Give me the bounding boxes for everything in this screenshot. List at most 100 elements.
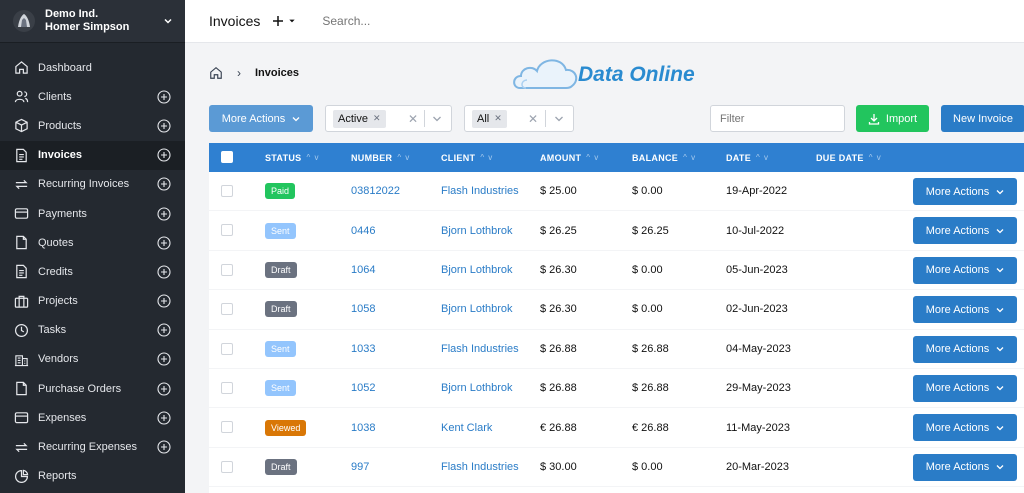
row-checkbox[interactable] bbox=[221, 185, 233, 197]
column-header-date[interactable]: DATE ^ v bbox=[726, 143, 769, 172]
table-row[interactable]: Draft 1064 Bjorn Lothbrok $ 26.30 $ 0.00 05-J… bbox=[209, 251, 1024, 291]
select-all-checkbox[interactable] bbox=[221, 151, 233, 163]
status-chip[interactable]: Active ✕ bbox=[333, 109, 386, 128]
add-circle-icon[interactable] bbox=[157, 382, 171, 396]
status-cell: Viewed bbox=[265, 408, 307, 446]
column-header-amount[interactable]: AMOUNT ^ v bbox=[540, 143, 599, 172]
row-checkbox[interactable] bbox=[221, 342, 233, 355]
client-link[interactable]: Bjorn Lothbrok bbox=[441, 251, 513, 289]
import-button[interactable]: Import bbox=[856, 105, 929, 132]
sidebar-item-dashboard[interactable]: Dashboard bbox=[0, 53, 185, 82]
column-header-client[interactable]: CLIENT ^ v bbox=[441, 143, 493, 172]
add-circle-icon[interactable] bbox=[157, 352, 171, 367]
column-header-number[interactable]: NUMBER ^ v bbox=[351, 143, 410, 172]
amount-cell: $ 25.00 bbox=[540, 185, 577, 198]
client-link[interactable]: Flash Industries bbox=[441, 330, 519, 368]
status-filter-select[interactable]: Active ✕ ✕ bbox=[325, 105, 452, 132]
download-icon bbox=[868, 113, 880, 125]
new-invoice-button[interactable]: New Invoice bbox=[941, 105, 1024, 132]
invoice-number-link[interactable]: 0446 bbox=[351, 211, 375, 249]
remove-chip-icon[interactable]: ✕ bbox=[373, 113, 381, 124]
invoice-number-link[interactable]: 03812022 bbox=[351, 172, 400, 210]
sidebar-item-invoices[interactable]: Invoices bbox=[0, 140, 185, 170]
sidebar-item-recurring-invoices[interactable]: Recurring Invoices bbox=[0, 170, 185, 199]
invoice-number-link[interactable]: 997 bbox=[351, 448, 369, 486]
column-header-balance[interactable]: BALANCE ^ v bbox=[632, 143, 696, 172]
sidebar-item-credits[interactable]: Credits bbox=[0, 257, 185, 286]
client-link[interactable]: Flash Industries bbox=[441, 448, 519, 486]
client-link[interactable]: Bjorn Lothbrok bbox=[441, 290, 513, 328]
client-link[interactable]: Bjorn Lothbrok bbox=[441, 369, 513, 407]
add-invoice-dropdown[interactable] bbox=[272, 15, 296, 27]
add-circle-icon[interactable] bbox=[157, 294, 171, 308]
table-row[interactable]: Sent 0446 Bjorn Lothbrok $ 26.25 $ 26.25 10-J… bbox=[209, 211, 1024, 251]
add-circle-icon[interactable] bbox=[157, 119, 171, 133]
row-more-actions-button[interactable]: More Actions bbox=[913, 374, 1017, 402]
sidebar-item-quotes[interactable]: Quotes bbox=[0, 228, 185, 257]
invoice-number-link[interactable]: 1058 bbox=[351, 290, 375, 328]
row-checkbox[interactable] bbox=[221, 460, 233, 473]
client-chip[interactable]: All ✕ bbox=[472, 109, 507, 128]
invoice-number-link[interactable]: 1052 bbox=[351, 369, 375, 407]
client-link[interactable]: Bjorn Lothbrok bbox=[441, 211, 513, 249]
row-checkbox[interactable] bbox=[221, 224, 233, 237]
column-header-status[interactable]: STATUS ^ v bbox=[265, 143, 319, 172]
company-switcher[interactable]: Demo Ind. Homer Simpson bbox=[0, 0, 185, 43]
row-checkbox[interactable] bbox=[221, 421, 233, 434]
sidebar-item-clients[interactable]: Clients bbox=[0, 82, 185, 111]
add-circle-icon[interactable] bbox=[157, 90, 171, 104]
search-input[interactable] bbox=[322, 14, 523, 28]
row-more-actions-button[interactable]: More Actions bbox=[913, 217, 1017, 245]
add-circle-icon[interactable] bbox=[157, 148, 171, 162]
client-link[interactable]: Flash Industries bbox=[441, 172, 519, 210]
add-circle-icon[interactable] bbox=[157, 411, 171, 425]
row-more-actions-button[interactable]: More Actions bbox=[913, 178, 1017, 205]
sidebar-item-payments[interactable]: Payments bbox=[0, 199, 185, 228]
row-checkbox[interactable] bbox=[221, 263, 233, 276]
client-link[interactable]: Kent Clark bbox=[441, 408, 492, 446]
add-circle-icon[interactable] bbox=[157, 236, 171, 250]
sidebar-item-products[interactable]: Products bbox=[0, 111, 185, 140]
more-actions-button[interactable]: More Actions bbox=[209, 105, 313, 132]
table-row[interactable]: Paid 03812022 Flash Industries $ 25.00 $ 0.0… bbox=[209, 172, 1024, 212]
clear-icon[interactable]: ✕ bbox=[408, 112, 418, 126]
add-circle-icon[interactable] bbox=[157, 323, 171, 337]
home-icon[interactable] bbox=[209, 66, 223, 80]
table-row[interactable]: Draft 997 Flash Industries $ 30.00 $ 0.00 20-… bbox=[209, 448, 1024, 488]
add-circle-icon[interactable] bbox=[157, 265, 171, 279]
chevron-down-icon[interactable] bbox=[163, 16, 173, 26]
row-more-actions-button[interactable]: More Actions bbox=[913, 296, 1017, 324]
row-more-actions-button[interactable]: More Actions bbox=[913, 453, 1017, 481]
filter-input[interactable] bbox=[710, 105, 845, 132]
sidebar-item-reports[interactable]: Reports bbox=[0, 462, 185, 491]
sidebar-item-expenses[interactable]: Expenses bbox=[0, 403, 185, 432]
row-checkbox[interactable] bbox=[221, 381, 233, 394]
sidebar-item-vendors[interactable]: Vendors bbox=[0, 345, 185, 374]
row-more-actions-button[interactable]: More Actions bbox=[913, 335, 1017, 363]
add-circle-icon[interactable] bbox=[157, 440, 171, 454]
invoice-number-link[interactable]: 1033 bbox=[351, 330, 375, 368]
column-header-label: AMOUNT bbox=[540, 152, 582, 163]
table-row[interactable]: Sent 1052 Bjorn Lothbrok $ 26.88 $ 26.88 29-M… bbox=[209, 369, 1024, 409]
sidebar-item-tasks[interactable]: Tasks bbox=[0, 316, 185, 345]
add-circle-icon[interactable] bbox=[157, 206, 171, 221]
invoice-number-link[interactable]: 1038 bbox=[351, 408, 375, 446]
row-more-actions-button[interactable]: More Actions bbox=[913, 414, 1017, 442]
remove-chip-icon[interactable]: ✕ bbox=[494, 113, 502, 124]
table-row[interactable]: Viewed 1038 Kent Clark € 26.88 € 26.88 11-May… bbox=[209, 408, 1024, 448]
chevron-down-icon[interactable] bbox=[432, 114, 442, 124]
clear-icon[interactable]: ✕ bbox=[528, 112, 538, 126]
row-checkbox[interactable] bbox=[221, 303, 233, 316]
add-circle-icon[interactable] bbox=[157, 177, 171, 191]
column-header-due-date[interactable]: DUE DATE ^ v bbox=[816, 143, 882, 172]
sidebar-item-purchase-orders[interactable]: Purchase Orders bbox=[0, 374, 185, 403]
file-icon bbox=[16, 381, 27, 396]
table-row[interactable]: Draft 1058 Bjorn Lothbrok $ 26.30 $ 0.00 02-J… bbox=[209, 290, 1024, 330]
sidebar-item-projects[interactable]: Projects bbox=[0, 287, 185, 316]
table-row[interactable]: Sent 1033 Flash Industries $ 26.88 $ 26.88 04… bbox=[209, 330, 1024, 369]
invoice-number-link[interactable]: 1064 bbox=[351, 251, 375, 289]
sidebar-item-recurring-expenses[interactable]: Recurring Expenses bbox=[0, 432, 185, 461]
chevron-down-icon[interactable] bbox=[554, 114, 564, 124]
client-filter-select[interactable]: All ✕ ✕ bbox=[464, 105, 574, 132]
row-more-actions-button[interactable]: More Actions bbox=[913, 256, 1017, 284]
